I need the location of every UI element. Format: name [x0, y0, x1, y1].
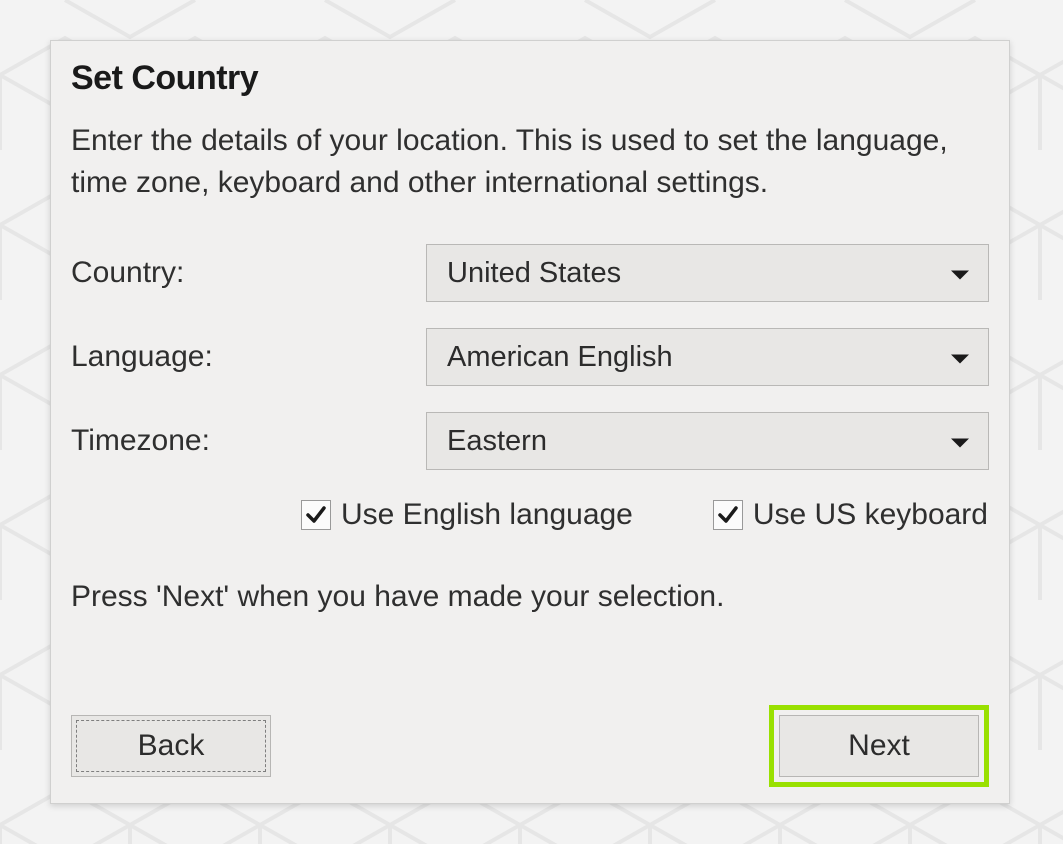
checkbox-box [301, 500, 331, 530]
chevron-down-icon [950, 341, 970, 374]
use-english-checkbox[interactable]: Use English language [301, 498, 633, 532]
checkmark-icon [716, 503, 740, 527]
checkbox-row: Use English language Use US keyboard [71, 498, 989, 532]
country-dropdown[interactable]: United States [426, 244, 989, 302]
help-text: Press 'Next' when you have made your sel… [71, 576, 989, 618]
use-us-keyboard-label: Use US keyboard [753, 498, 988, 532]
timezone-value: Eastern [447, 425, 547, 458]
checkmark-icon [304, 503, 328, 527]
set-country-dialog: Set Country Enter the details of your lo… [50, 40, 1010, 804]
form-grid: Country: United States Language: America… [71, 244, 989, 470]
next-button[interactable]: Next [779, 715, 979, 777]
country-label: Country: [71, 256, 426, 290]
dialog-title: Set Country [71, 59, 989, 98]
back-button[interactable]: Back [71, 715, 271, 777]
spacer [71, 618, 989, 695]
timezone-dropdown[interactable]: Eastern [426, 412, 989, 470]
chevron-down-icon [950, 425, 970, 458]
language-label: Language: [71, 340, 426, 374]
button-row: Back Next [71, 705, 989, 787]
language-dropdown[interactable]: American English [426, 328, 989, 386]
language-value: American English [447, 341, 673, 374]
next-button-highlight: Next [769, 705, 989, 787]
use-english-label: Use English language [341, 498, 633, 532]
chevron-down-icon [950, 257, 970, 290]
country-value: United States [447, 257, 621, 290]
use-us-keyboard-checkbox[interactable]: Use US keyboard [713, 498, 988, 532]
dialog-description: Enter the details of your location. This… [71, 120, 989, 204]
timezone-label: Timezone: [71, 424, 426, 458]
checkbox-box [713, 500, 743, 530]
